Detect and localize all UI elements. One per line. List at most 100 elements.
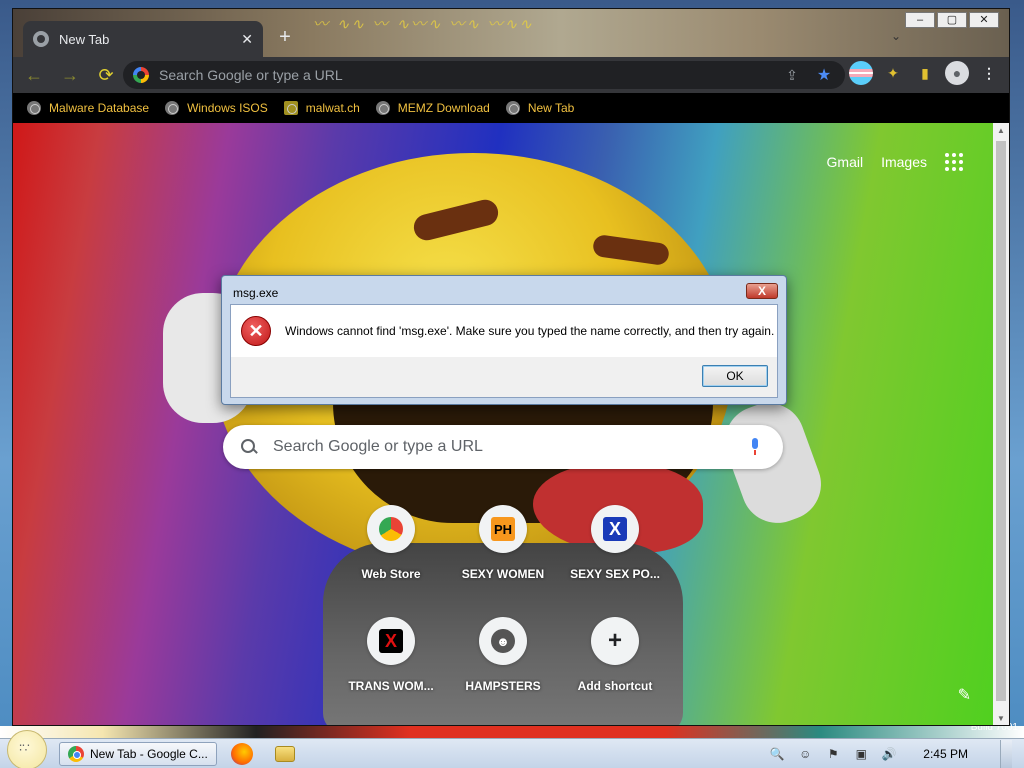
error-dialog: msg.exe X ✕ Windows cannot find 'msg.exe… (221, 275, 787, 405)
shortcut-tile: ☻ (479, 617, 527, 665)
bookmark-label: MEMZ Download (397, 101, 490, 115)
page-scrollbar[interactable]: ▲ ▼ (993, 123, 1009, 725)
malwatch-icon (283, 101, 298, 115)
volume-icon[interactable]: 🔊 (881, 746, 897, 762)
bookmarks-bar: Malware Database Windows ISOS malwat.ch … (13, 93, 1009, 123)
bookmark-windows-isos[interactable]: Windows ISOS (165, 101, 268, 115)
share-icon[interactable]: ⇪ (781, 64, 803, 86)
search-icon (241, 439, 257, 455)
show-desktop-button[interactable] (1000, 740, 1012, 768)
images-link[interactable]: Images (881, 154, 927, 170)
system-tray: 🔍 ☺ ⚑ ▣ 🔊 2:45 PM (769, 739, 1012, 768)
dialog-body: ✕ Windows cannot find 'msg.exe'. Make su… (230, 304, 778, 398)
gmail-link[interactable]: Gmail (827, 154, 864, 170)
shortcut-tile: X (367, 617, 415, 665)
shortcut-label: Web Store (361, 567, 421, 581)
shortcut-tile (367, 505, 415, 553)
close-window-button[interactable]: ✕ (969, 12, 999, 28)
side-panel-icon[interactable]: ▮ (913, 61, 937, 85)
window-controls: – ▢ ✕ (905, 12, 999, 28)
tab-new-tab[interactable]: New Tab ✕ (23, 21, 263, 57)
tab-search-icon[interactable]: ⌄ (891, 29, 901, 43)
shortcut-web-store[interactable]: Web Store (335, 505, 447, 581)
dialog-message-area: ✕ Windows cannot find 'msg.exe'. Make su… (231, 305, 777, 357)
shortcut-sexy-women[interactable]: PH SEXY WOMEN (447, 505, 559, 581)
ok-button[interactable]: OK (702, 365, 768, 387)
ntp-search-placeholder: Search Google or type a URL (273, 438, 483, 455)
profile-avatar-icon[interactable]: ● (945, 61, 969, 85)
desktop-wallpaper-strip (0, 726, 1024, 738)
taskbar-clock[interactable]: 2:45 PM (923, 747, 968, 761)
start-button[interactable] (7, 729, 47, 768)
browser-toolbar: ← → ⟳ Search Google or type a URL ⇪ ★ ✦ … (13, 57, 1009, 93)
minimize-button[interactable]: – (905, 12, 935, 28)
shortcut-label: Add shortcut (577, 679, 653, 693)
ph-logo-icon: PH (491, 517, 515, 541)
taskbar: New Tab - Google C... 🔍 ☺ ⚑ ▣ 🔊 2:45 PM (0, 729, 1024, 768)
raccoon-logo-icon: ☻ (491, 629, 515, 653)
globe-icon (165, 101, 180, 115)
new-tab-page: Gmail Images Search Google or type a URL… (13, 123, 993, 725)
google-apps-icon[interactable] (945, 153, 963, 171)
shortcut-trans-wom[interactable]: X TRANS WOM... (335, 617, 447, 693)
bookmark-label: New Tab (527, 101, 575, 115)
smiley-tray-icon[interactable]: ☺ (797, 746, 813, 762)
blue-x-logo-icon: X (603, 517, 627, 541)
shortcut-hampsters[interactable]: ☻ HAMPSTERS (447, 617, 559, 693)
add-shortcut-button[interactable]: + Add shortcut (559, 617, 671, 693)
shortcut-label: TRANS WOM... (348, 679, 434, 693)
bookmark-star-icon[interactable]: ★ (813, 64, 835, 86)
bookmark-label: Malware Database (49, 101, 150, 115)
reload-button[interactable]: ⟳ (91, 60, 121, 90)
shortcut-sexy-sex-po[interactable]: X SEXY SEX PO... (559, 505, 671, 581)
action-center-flag-icon[interactable]: ⚑ (825, 746, 841, 762)
bookmark-malwatch[interactable]: malwat.ch (283, 101, 360, 115)
tab-favicon-icon (33, 31, 49, 47)
shortcut-label: HAMPSTERS (465, 679, 541, 693)
bookmark-new-tab[interactable]: New Tab (505, 101, 575, 115)
maximize-button[interactable]: ▢ (937, 12, 967, 28)
taskbar-chrome-button[interactable]: New Tab - Google C... (59, 741, 217, 766)
bookmark-memz-download[interactable]: MEMZ Download (375, 101, 490, 115)
search-tray-icon[interactable]: 🔍 (769, 746, 785, 762)
voice-search-icon[interactable] (749, 438, 761, 456)
trans-flag-extension-icon[interactable] (849, 61, 873, 85)
globe-icon (375, 101, 390, 115)
globe-icon (27, 101, 41, 115)
plus-icon: + (607, 627, 622, 654)
google-g-icon (133, 67, 149, 83)
bookmark-label: Windows ISOS (187, 101, 268, 115)
address-bar[interactable]: Search Google or type a URL ⇪ ★ (123, 61, 845, 89)
tab-close-icon[interactable]: ✕ (241, 31, 253, 48)
red-x-logo-icon: X (379, 629, 403, 653)
chrome-web-store-icon (379, 517, 403, 541)
forward-button[interactable]: → (55, 60, 85, 90)
chrome-menu-icon[interactable]: ⋮ (977, 61, 1001, 85)
firefox-icon[interactable] (231, 742, 253, 765)
dialog-close-button[interactable]: X (746, 283, 778, 299)
error-icon: ✕ (241, 316, 271, 346)
dialog-message: Windows cannot find 'msg.exe'. Make sure… (285, 324, 775, 338)
extension-area: ✦ ▮ ● ⋮ (849, 61, 1001, 85)
scrollbar-thumb[interactable] (996, 141, 1006, 701)
shortcut-tile: PH (479, 505, 527, 553)
ntp-header-links: Gmail Images (827, 153, 963, 171)
customize-pencil-icon[interactable]: ✎ (958, 685, 971, 705)
scroll-down-arrow-icon[interactable]: ▼ (993, 711, 1009, 725)
file-explorer-icon[interactable] (275, 745, 295, 762)
address-bar-placeholder: Search Google or type a URL (159, 67, 343, 83)
shortcut-label: SEXY WOMEN (461, 567, 545, 581)
extensions-puzzle-icon[interactable]: ✦ (881, 61, 905, 85)
chrome-icon (68, 745, 84, 762)
shortcut-tile: + (591, 617, 639, 665)
shortcut-label: SEXY SEX PO... (570, 567, 660, 581)
theme-decoration: 〰 ∿∿ 〰 ∿〰∿ 〰∿ 〰∿∿ (313, 15, 534, 33)
tab-title: New Tab (59, 31, 110, 47)
ntp-search-box[interactable]: Search Google or type a URL (223, 425, 783, 469)
new-tab-button[interactable]: + (275, 25, 295, 49)
bookmark-label: malwat.ch (305, 101, 360, 115)
network-icon[interactable]: ▣ (853, 746, 869, 762)
bookmark-malware-database[interactable]: Malware Database (27, 101, 149, 115)
scroll-up-arrow-icon[interactable]: ▲ (993, 123, 1009, 139)
back-button[interactable]: ← (19, 60, 49, 90)
